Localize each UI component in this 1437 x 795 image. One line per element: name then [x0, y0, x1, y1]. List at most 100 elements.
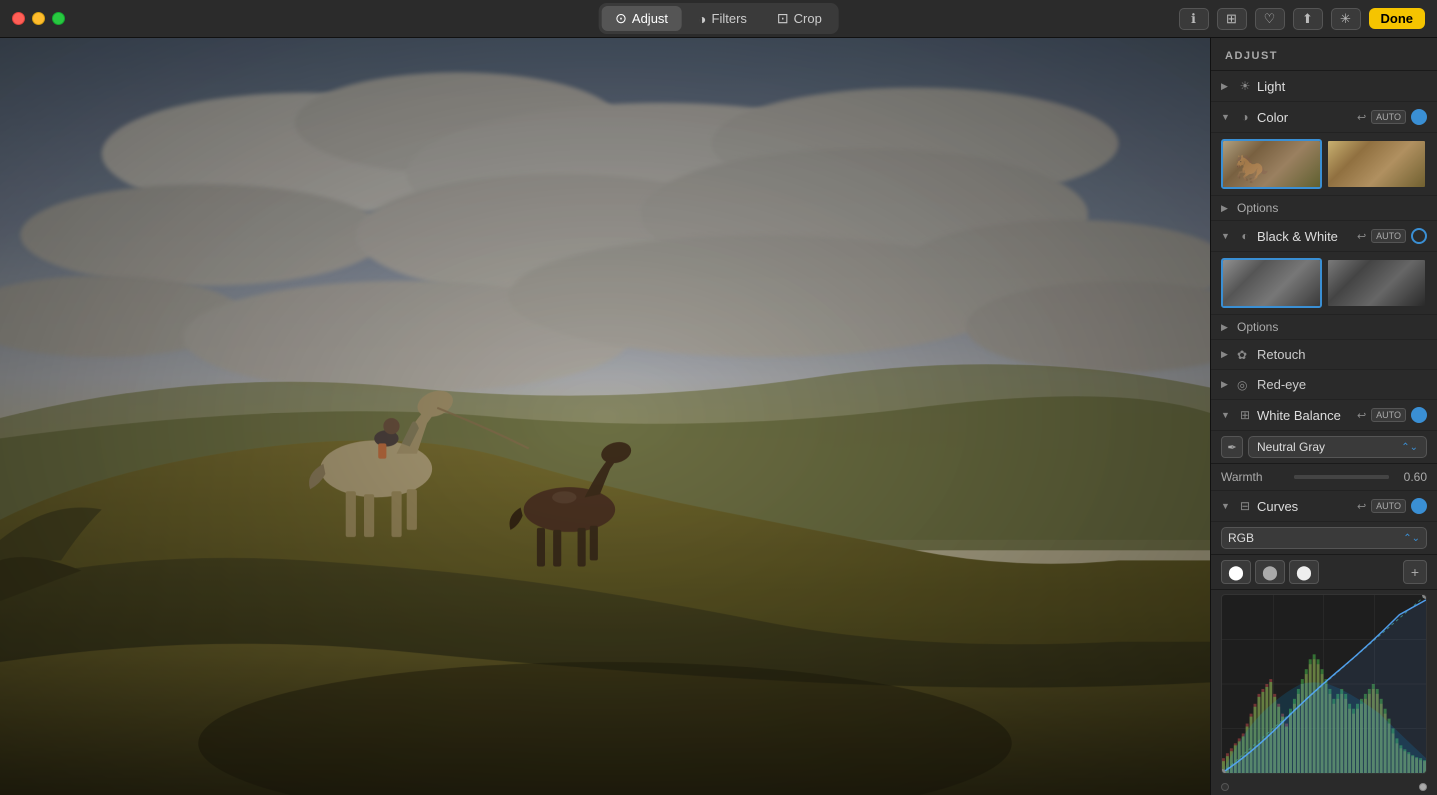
color-section-title: Color — [1257, 110, 1353, 125]
curves-toggle-button[interactable] — [1411, 498, 1427, 514]
more-button[interactable]: ✳ — [1331, 8, 1361, 30]
color-options-label: Options — [1237, 201, 1278, 215]
done-button[interactable]: Done — [1369, 8, 1426, 29]
crop-label: Crop — [794, 11, 822, 26]
curves-black-point-button[interactable]: ⬤ — [1221, 560, 1251, 584]
favorite-button[interactable]: ♡ — [1255, 8, 1285, 30]
curves-section-title: Curves — [1257, 499, 1353, 514]
curves-channel-arrow-icon: ⌃⌄ — [1403, 533, 1420, 544]
minimize-button[interactable] — [32, 12, 45, 25]
adjust-label: Adjust — [632, 11, 668, 26]
bw-section-title: Black & White — [1257, 229, 1353, 244]
color-thumb-original[interactable] — [1221, 139, 1322, 189]
color-undo-icon[interactable]: ↩ — [1357, 111, 1366, 124]
filters-label: Filters — [712, 11, 747, 26]
color-options-chevron-icon: ▶ — [1221, 203, 1233, 214]
redeye-chevron-icon: ▶ — [1221, 379, 1233, 390]
curves-auto-button[interactable]: AUTO — [1371, 499, 1406, 513]
color-auto-button[interactable]: AUTO — [1371, 110, 1406, 124]
light-section-title: Light — [1257, 79, 1427, 94]
close-button[interactable] — [12, 12, 25, 25]
light-chevron-icon: ▶ — [1221, 81, 1233, 92]
warmth-label: Warmth — [1221, 470, 1286, 484]
color-icon: ◑ — [1237, 109, 1253, 125]
color-section-header[interactable]: ▼ ◑ Color ↩ AUTO — [1211, 102, 1437, 133]
warmth-slider[interactable] — [1294, 475, 1389, 479]
wb-preset-select[interactable]: Neutral Gray ⌃⌄ — [1248, 436, 1427, 458]
bw-section-header[interactable]: ▼ ◐ Black & White ↩ AUTO — [1211, 221, 1437, 252]
curves-channel-select[interactable]: RGB ⌃⌄ — [1221, 527, 1427, 549]
crop-tab[interactable]: ⊡ Crop — [763, 6, 836, 31]
retouch-row[interactable]: ▶ ✿ Retouch — [1211, 340, 1437, 370]
titlebar-actions: ℹ ⊞ ♡ ⬆ ✳ Done — [1179, 8, 1426, 30]
color-chevron-icon: ▼ — [1221, 112, 1233, 122]
bw-undo-icon[interactable]: ↩ — [1357, 230, 1366, 243]
curves-channel-label: RGB — [1228, 531, 1254, 545]
bw-options-row[interactable]: ▶ Options — [1211, 315, 1437, 340]
filters-tab[interactable]: ◑ Filters — [684, 6, 761, 31]
share-button[interactable]: ⬆ — [1293, 8, 1323, 30]
curves-mid-point-button[interactable]: ⬤ — [1255, 560, 1285, 584]
bw-options-chevron-icon: ▶ — [1221, 322, 1233, 333]
adjust-tab[interactable]: ⊙ Adjust — [601, 6, 682, 31]
panel-title: ADJUST — [1211, 38, 1437, 71]
info-button[interactable]: ℹ — [1179, 8, 1209, 30]
curves-undo-icon[interactable]: ↩ — [1357, 500, 1366, 513]
bw-thumb-preset[interactable] — [1326, 258, 1427, 308]
wb-auto-button[interactable]: AUTO — [1371, 408, 1406, 422]
bw-icon: ◐ — [1237, 228, 1253, 244]
wb-section: ▼ ⊞ White Balance ↩ AUTO ✒ Neutral Gray … — [1211, 400, 1437, 491]
wb-section-title: White Balance — [1257, 408, 1353, 423]
compare-button[interactable]: ⊞ — [1217, 8, 1247, 30]
bw-chevron-icon: ▼ — [1221, 231, 1233, 241]
curves-add-point-button[interactable]: + — [1403, 560, 1427, 584]
curves-white-dot[interactable] — [1419, 783, 1427, 791]
curves-tools-row: ⬤ ⬤ ⬤ + — [1211, 555, 1437, 590]
bw-thumbnails — [1211, 252, 1437, 315]
curves-white-point-button[interactable]: ⬤ — [1289, 560, 1319, 584]
photo-canvas — [0, 38, 1210, 795]
crop-icon: ⊡ — [777, 10, 789, 27]
curves-black-dot[interactable] — [1221, 783, 1229, 791]
color-thumb-preset[interactable] — [1326, 139, 1427, 189]
wb-controls: ↩ AUTO — [1357, 407, 1427, 423]
wb-undo-icon[interactable]: ↩ — [1357, 409, 1366, 422]
wb-chevron-icon: ▼ — [1221, 410, 1233, 420]
color-controls: ↩ AUTO — [1357, 109, 1427, 125]
warmth-value: 0.60 — [1397, 470, 1427, 484]
redeye-row[interactable]: ▶ ◎ Red-eye — [1211, 370, 1437, 400]
wb-select-arrow-icon: ⌃⌄ — [1401, 442, 1418, 453]
filters-icon: ◑ — [698, 11, 706, 27]
redeye-icon: ◎ — [1237, 378, 1253, 392]
redeye-label: Red-eye — [1257, 377, 1427, 392]
bw-thumb-original[interactable] — [1221, 258, 1322, 308]
main-area: ADJUST ▶ ☀ Light ▼ ◑ Color ↩ AUTO — [0, 38, 1437, 795]
curves-chevron-icon: ▼ — [1221, 501, 1233, 511]
curves-section: ▼ ⊟ Curves ↩ AUTO RGB ⌃⌄ ⬤ ⬤ — [1211, 491, 1437, 795]
adjust-icon: ⊙ — [615, 10, 627, 27]
curves-controls: ↩ AUTO — [1357, 498, 1427, 514]
fullscreen-button[interactable] — [52, 12, 65, 25]
color-thumbnails — [1211, 133, 1437, 196]
curves-bottom-bar — [1211, 778, 1437, 795]
color-toggle-button[interactable] — [1411, 109, 1427, 125]
toolbar: ⊙ Adjust ◑ Filters ⊡ Crop — [598, 3, 839, 34]
light-icon: ☀ — [1237, 78, 1253, 94]
color-options-row[interactable]: ▶ Options — [1211, 196, 1437, 221]
warmth-row: Warmth 0.60 — [1211, 464, 1437, 490]
traffic-lights — [12, 12, 65, 25]
photo-area — [0, 38, 1210, 795]
bw-auto-button[interactable]: AUTO — [1371, 229, 1406, 243]
light-section-header[interactable]: ▶ ☀ Light — [1211, 71, 1437, 102]
wb-eyedropper-button[interactable]: ✒ — [1221, 436, 1243, 458]
wb-icon: ⊞ — [1237, 407, 1253, 423]
bw-options-label: Options — [1237, 320, 1278, 334]
bw-toggle-button[interactable] — [1411, 228, 1427, 244]
wb-section-header[interactable]: ▼ ⊞ White Balance ↩ AUTO — [1211, 400, 1437, 431]
curves-icon: ⊟ — [1237, 498, 1253, 514]
curves-section-header[interactable]: ▼ ⊟ Curves ↩ AUTO — [1211, 491, 1437, 522]
retouch-icon: ✿ — [1237, 348, 1253, 362]
curves-graph[interactable] — [1221, 594, 1427, 774]
retouch-label: Retouch — [1257, 347, 1427, 362]
wb-toggle-button[interactable] — [1411, 407, 1427, 423]
